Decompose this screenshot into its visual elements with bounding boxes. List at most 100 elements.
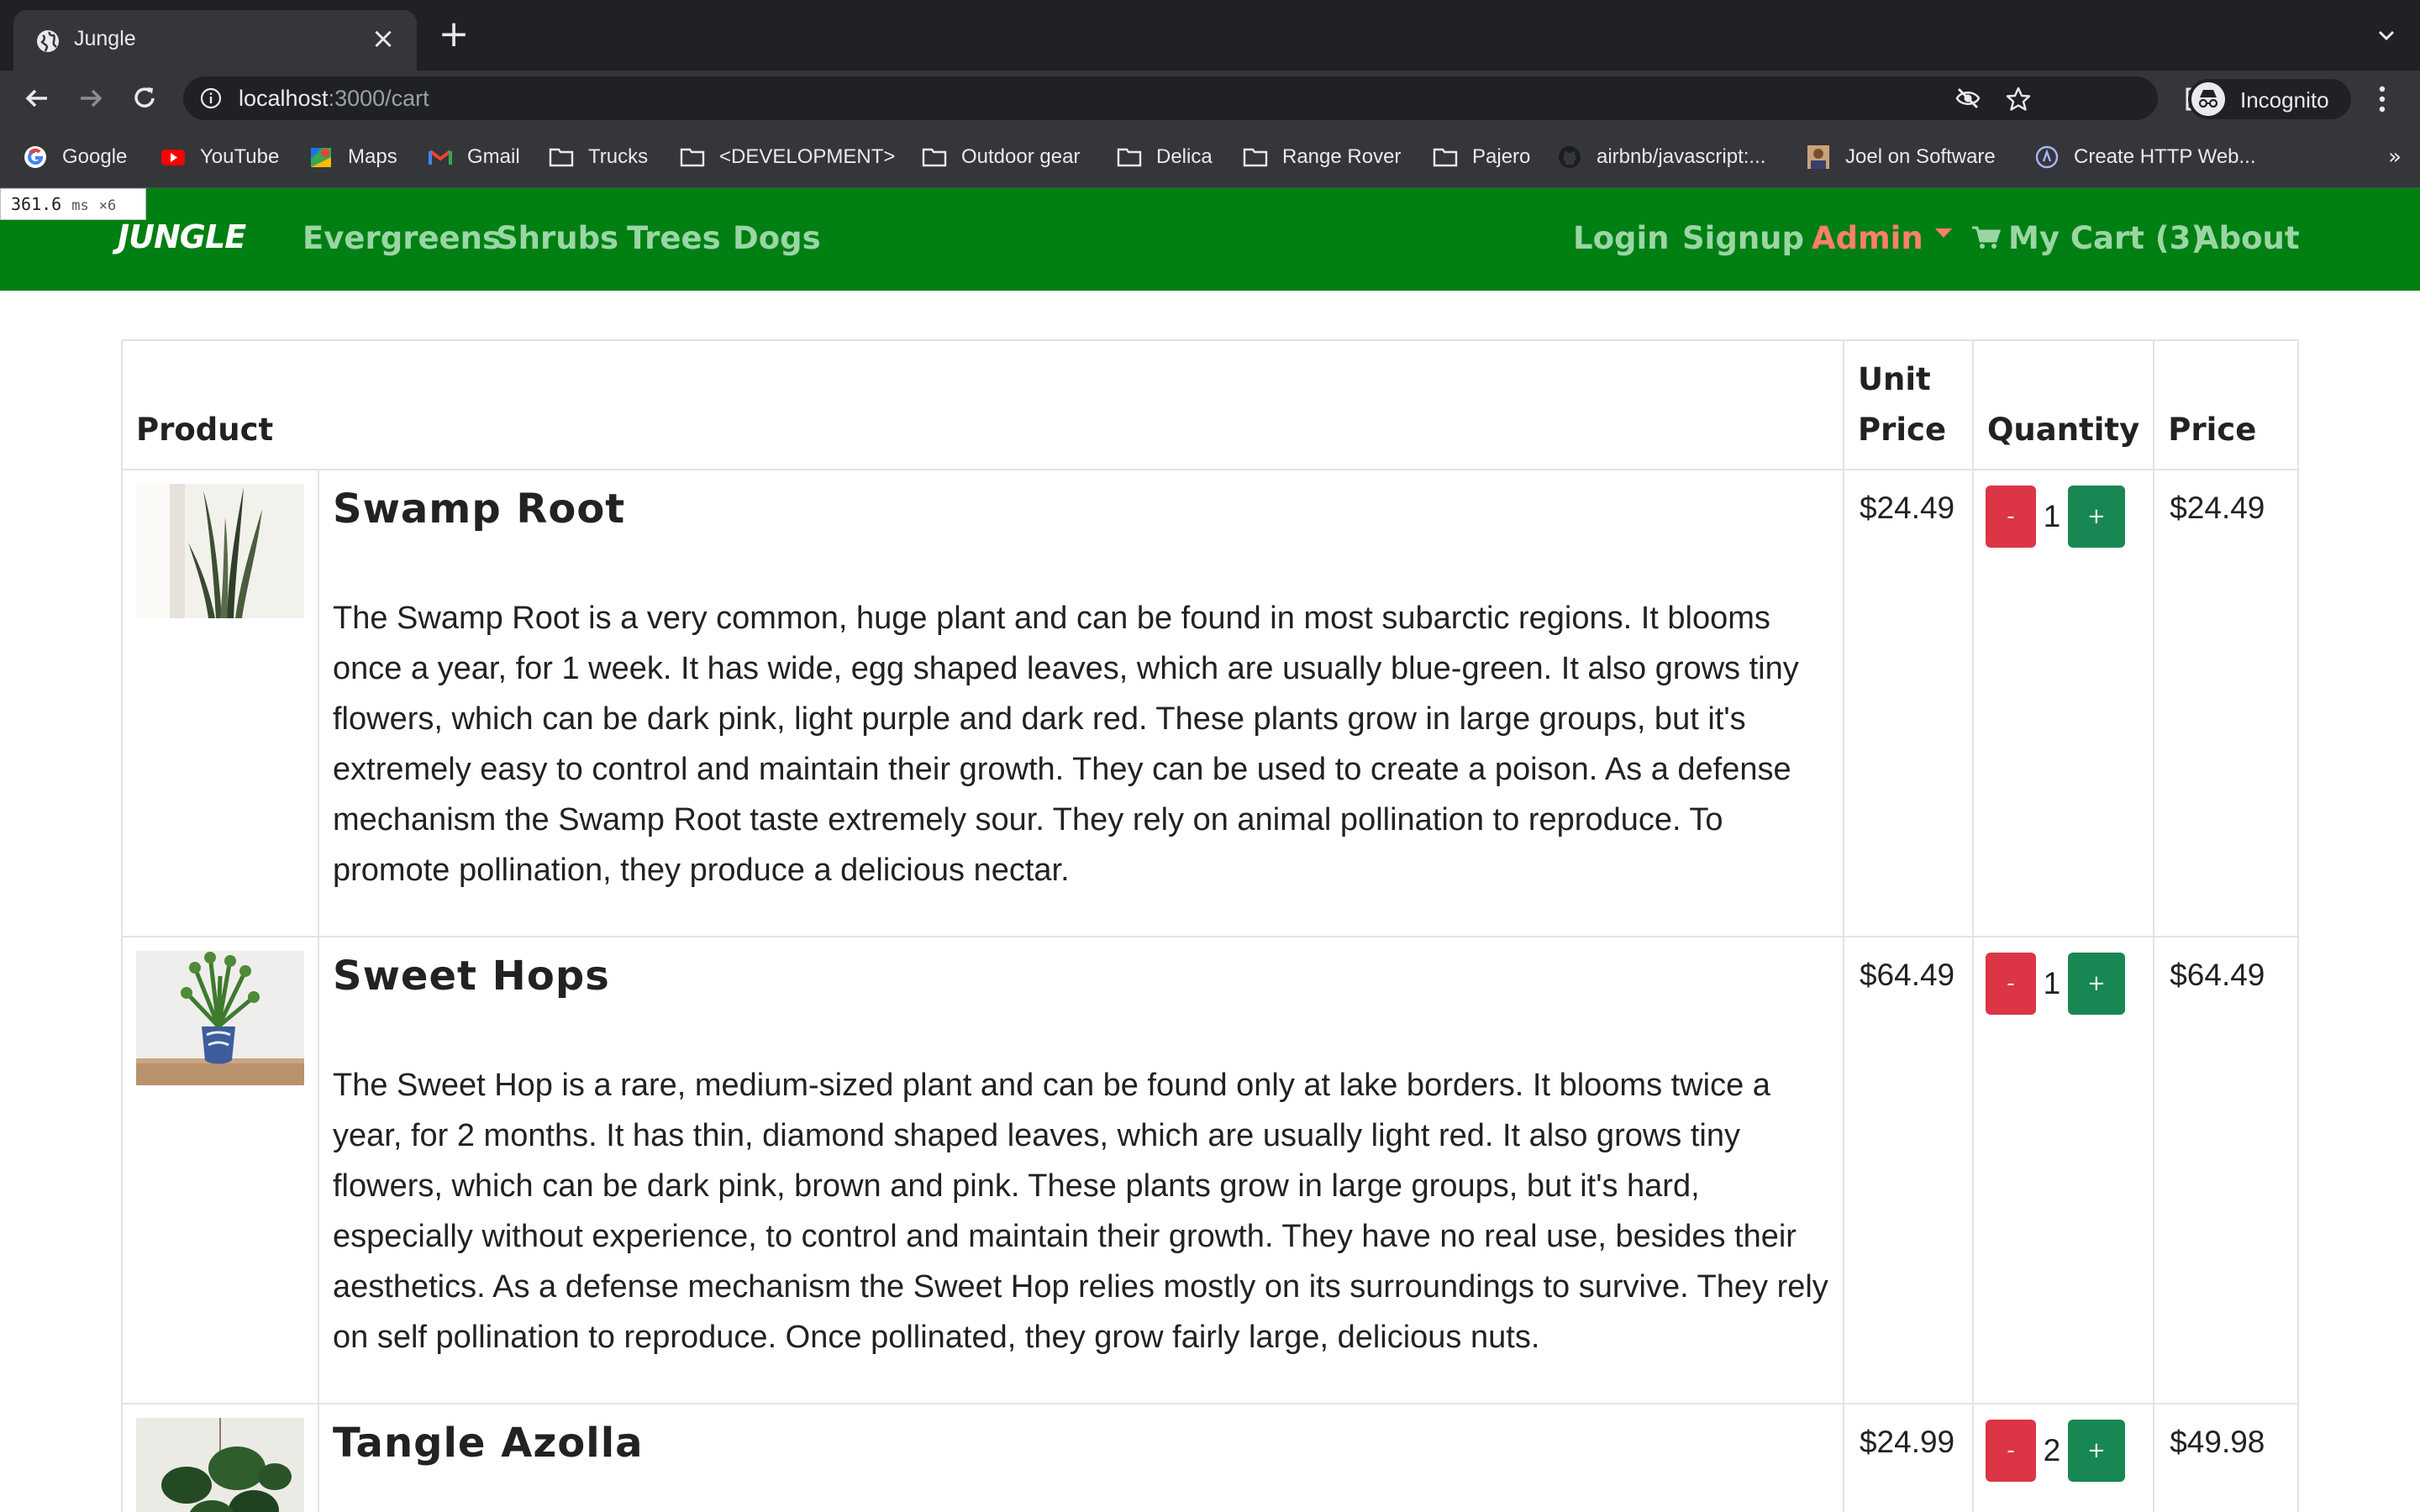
nav-link-about[interactable]: About [2195, 220, 2300, 256]
folder-icon [1117, 148, 1142, 167]
my-cart-label: My Cart (3) [2008, 220, 2206, 256]
forward-arrow-icon[interactable] [76, 83, 106, 113]
increase-quantity-button[interactable]: + [2067, 953, 2125, 1015]
url-text[interactable]: localhost:3000/cart [239, 86, 429, 112]
product-details-cell: Swamp Root The Swamp Root is a very comm… [318, 469, 1844, 937]
line-total-price: $64.49 [2153, 936, 2299, 1404]
browser-tab-strip: Jungle × + [0, 0, 2420, 71]
bookmark-label: Pajero [1472, 145, 1531, 168]
nav-link-dogs[interactable]: Dogs [733, 220, 821, 256]
close-tab-icon[interactable]: × [366, 22, 400, 55]
site-info-icon[interactable] [200, 87, 222, 109]
new-tab-button[interactable]: + [434, 15, 474, 55]
reload-icon[interactable] [129, 83, 160, 113]
product-image-hanging-plant [136, 1418, 304, 1512]
bookmark-outdoor-gear[interactable]: Outdoor gear [921, 138, 1080, 176]
quantity-cell: - 1 + [1971, 469, 2155, 937]
product-name[interactable]: Swamp Root [333, 484, 1829, 534]
bookmark-joel-on-software[interactable]: Joel on Software [1805, 138, 1996, 176]
product-details-cell: Tangle Azolla [318, 1403, 1844, 1512]
bookmark-label: <DEVELOPMENT> [719, 145, 896, 168]
incognito-profile-button[interactable]: Incognito [2188, 79, 2351, 119]
bookmark-label: Trucks [588, 145, 649, 168]
nav-link-signup[interactable]: Signup [1682, 220, 1804, 256]
quantity-stepper: - 1 + [1985, 486, 2141, 548]
decrease-quantity-button[interactable]: - [1985, 1420, 2036, 1482]
bookmark-star-icon[interactable] [2005, 86, 2032, 113]
header-quantity: Quantity [1971, 339, 2155, 470]
bookmarks-overflow-button[interactable]: » [2388, 144, 2402, 170]
caret-down-icon [1934, 228, 1952, 238]
unit-price: $64.49 [1842, 936, 1974, 1404]
site-navbar: JUNGLE Evergreens Shrubs Trees Dogs Logi… [0, 188, 2420, 291]
address-bar[interactable]: localhost:3000/cart [183, 76, 2209, 120]
decrease-quantity-button[interactable]: - [1985, 953, 2036, 1015]
bookmark-youtube[interactable]: YouTube [160, 138, 279, 176]
app-icon [2035, 145, 2059, 169]
nav-link-shrubs[interactable]: Shrubs [496, 220, 618, 256]
bookmark-label: YouTube [200, 145, 280, 168]
header-product: Product [121, 339, 1844, 470]
profile-label: Incognito [2240, 87, 2329, 113]
product-name[interactable]: Sweet Hops [333, 951, 1829, 1001]
product-image-potted-bamboo [136, 951, 304, 1085]
increase-quantity-button[interactable]: + [2067, 486, 2125, 548]
browser-tab[interactable]: Jungle × [13, 10, 417, 71]
nav-link-my-cart[interactable]: My Cart (3) [1971, 220, 2205, 256]
bookmark-label: Google [62, 145, 128, 168]
bookmark-label: Outdoor gear [961, 145, 1081, 168]
bookmark-maps[interactable]: Maps [308, 138, 397, 176]
bookmark-label: airbnb/javascript:... [1597, 145, 1766, 168]
product-description: The Sweet Hop is a rare, medium-sized pl… [333, 1068, 1828, 1355]
bookmark-label: Create HTTP Web... [2074, 145, 2256, 168]
browser-menu-icon[interactable] [2371, 84, 2393, 114]
bookmark-development[interactable]: <DEVELOPMENT> [679, 138, 895, 176]
bookmark-label: Joel on Software [1845, 145, 1996, 168]
quantity-stepper: - 2 + [1985, 1420, 2141, 1482]
maps-icon [311, 148, 331, 167]
google-icon [24, 146, 46, 168]
quantity-value: 1 [2043, 966, 2061, 1000]
bookmark-pajero[interactable]: Pajero [1432, 138, 1530, 176]
line-total-price: $49.98 [2153, 1403, 2299, 1512]
chevron-down-icon[interactable] [2373, 22, 2400, 49]
bookmark-delica[interactable]: Delica [1116, 138, 1213, 176]
eye-off-icon[interactable] [1954, 87, 1981, 110]
bookmark-trucks[interactable]: Trucks [548, 138, 648, 176]
bookmark-gmail[interactable]: Gmail [427, 138, 520, 176]
bookmark-airbnb-javascript[interactable]: airbnb/javascript:... [1556, 138, 1765, 176]
decrease-quantity-button[interactable]: - [1985, 486, 2036, 548]
bookmark-label: Maps [348, 145, 397, 168]
perf-value: 361.6 [11, 194, 62, 214]
table-row: Sweet Hops The Sweet Hop is a rare, medi… [121, 936, 2299, 1404]
back-arrow-icon[interactable] [22, 83, 52, 113]
quantity-value: 1 [2043, 499, 2061, 533]
bookmark-label: Gmail [467, 145, 520, 168]
table-row: Swamp Root The Swamp Root is a very comm… [121, 469, 2299, 937]
increase-quantity-button[interactable]: + [2067, 1420, 2125, 1482]
bookmarks-bar: Google YouTube Maps Gmail Trucks <DEVELO… [0, 126, 2420, 188]
quantity-cell: - 1 + [1971, 936, 2155, 1404]
bookmark-range-rover[interactable]: Range Rover [1242, 138, 1401, 176]
bookmark-create-http-web[interactable]: Create HTTP Web... [2033, 138, 2256, 176]
quantity-value: 2 [2043, 1433, 2061, 1467]
url-path: :3000/cart [328, 86, 429, 111]
header-unit-price: Unit Price [1842, 339, 1974, 470]
bookmark-label: Range Rover [1282, 145, 1402, 168]
youtube-icon [161, 150, 185, 165]
nav-admin-dropdown[interactable]: Admin [1812, 220, 1952, 256]
globe-icon [37, 30, 59, 52]
nav-link-login[interactable]: Login [1573, 220, 1670, 256]
unit-price: $24.49 [1842, 469, 1974, 937]
folder-icon [1433, 148, 1458, 167]
nav-link-evergreens[interactable]: Evergreens [302, 220, 501, 256]
product-details-cell: Sweet Hops The Sweet Hop is a rare, medi… [318, 936, 1844, 1404]
bookmark-google[interactable]: Google [22, 138, 127, 176]
nav-link-trees[interactable]: Trees [627, 220, 721, 256]
table-row: Tangle Azolla $24.99 - 2 + $49.98 [121, 1403, 2299, 1512]
product-name[interactable]: Tangle Azolla [333, 1418, 1829, 1468]
product-image-cell [121, 469, 319, 937]
brand-logo[interactable]: JUNGLE [118, 218, 246, 255]
perf-multiplier: ×6 [98, 197, 117, 214]
product-image-cell [121, 1403, 319, 1512]
